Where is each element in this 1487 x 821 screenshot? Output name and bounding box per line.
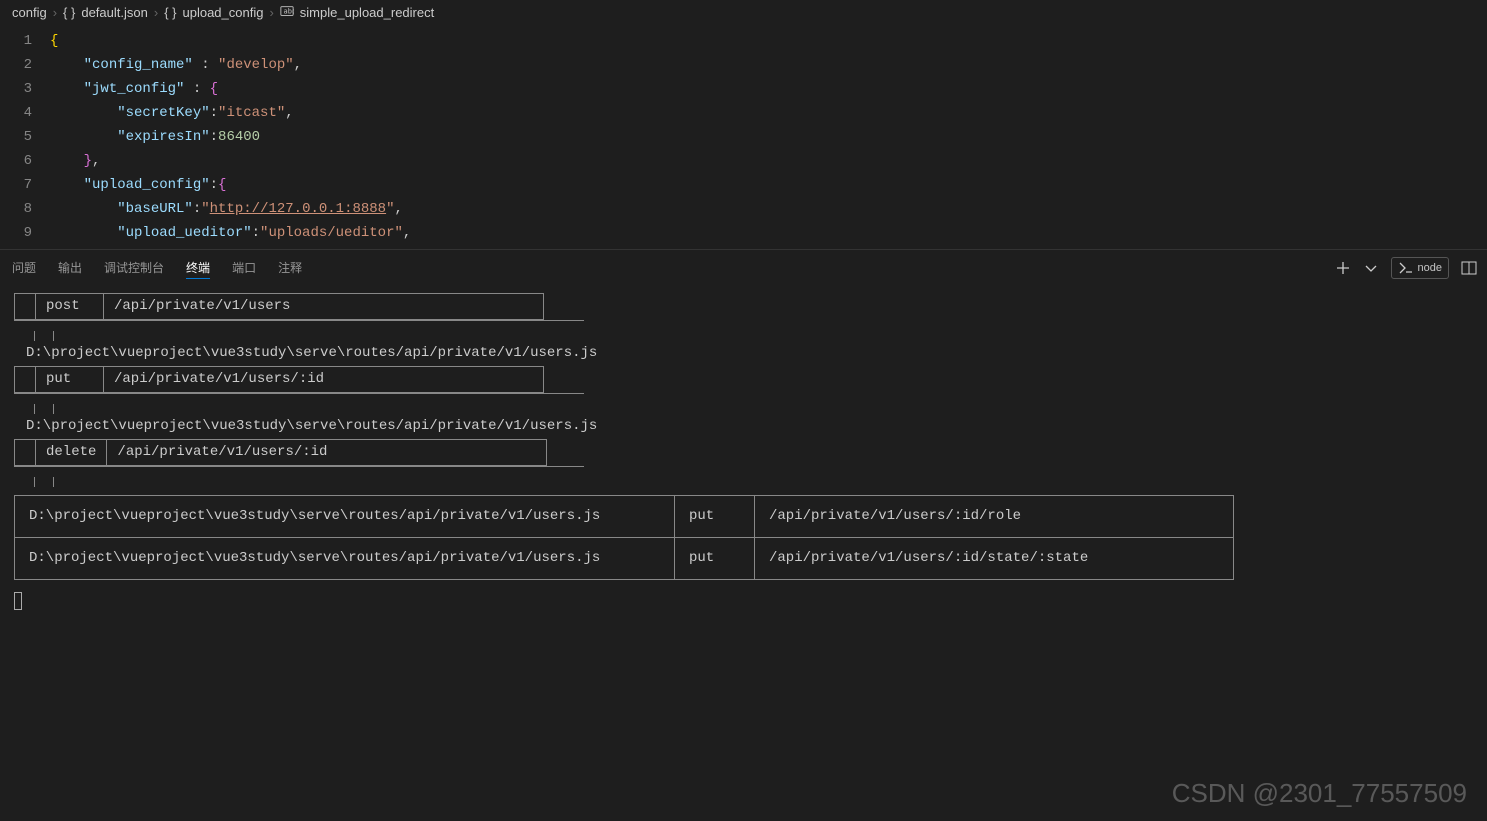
braces-icon: { } (164, 5, 176, 20)
terminal-cursor (14, 592, 22, 610)
terminal-shell-label[interactable]: node (1391, 257, 1449, 279)
code-editor[interactable]: 1{ 2 "config_name" : "develop", 3 "jwt_c… (0, 25, 1487, 249)
terminal-route-row: delete/api/private/v1/users/:id (14, 439, 547, 466)
chevron-right-icon: › (53, 5, 57, 20)
line-number: 5 (0, 125, 50, 149)
tab-terminal[interactable]: 终端 (186, 257, 210, 279)
line-number: 9 (0, 221, 50, 245)
terminal-dropdown-icon[interactable] (1363, 260, 1379, 276)
tab-ports[interactable]: 端口 (232, 257, 256, 278)
chevron-right-icon: › (269, 5, 273, 20)
table-row: D:\project\vueproject\vue3study\serve\ro… (15, 496, 1234, 538)
terminal-route-table: D:\project\vueproject\vue3study\serve\ro… (14, 495, 1234, 580)
tab-output[interactable]: 输出 (58, 257, 82, 278)
new-terminal-button[interactable] (1335, 260, 1351, 276)
braces-icon: { } (63, 5, 75, 20)
line-number: 1 (0, 29, 50, 53)
line-number: 3 (0, 77, 50, 101)
panel-tabs: 问题 输出 调试控制台 终端 端口 注释 node (0, 250, 1487, 285)
breadcrumb: config › { } default.json › { } upload_c… (0, 0, 1487, 25)
line-number: 6 (0, 149, 50, 173)
line-number: 2 (0, 53, 50, 77)
split-panel-icon[interactable] (1461, 260, 1477, 276)
terminal-route-row: post/api/private/v1/users (14, 293, 544, 320)
svg-text:abc: abc (283, 8, 294, 16)
terminal-route-row: put/api/private/v1/users/:id (14, 366, 544, 393)
terminal-output[interactable]: post/api/private/v1/users D:\project\vue… (0, 285, 1487, 626)
bottom-panel: 问题 输出 调试控制台 终端 端口 注释 node post/api/priva… (0, 249, 1487, 626)
tab-debug[interactable]: 调试控制台 (104, 257, 164, 278)
terminal-route-row: D:\project\vueproject\vue3study\serve\ro… (14, 414, 597, 439)
symbol-icon: abc (280, 4, 294, 21)
chevron-right-icon: › (154, 5, 158, 20)
tab-problems[interactable]: 问题 (12, 257, 36, 278)
breadcrumb-path2[interactable]: simple_upload_redirect (300, 5, 434, 20)
breadcrumb-file[interactable]: default.json (81, 5, 148, 20)
line-number: 4 (0, 101, 50, 125)
line-number: 8 (0, 197, 50, 221)
breadcrumb-path1[interactable]: upload_config (182, 5, 263, 20)
table-row: D:\project\vueproject\vue3study\serve\ro… (15, 538, 1234, 580)
watermark: CSDN @2301_77557509 (1172, 778, 1467, 809)
tab-comments[interactable]: 注释 (278, 257, 302, 278)
terminal-route-row: D:\project\vueproject\vue3study\serve\ro… (14, 341, 597, 366)
breadcrumb-root[interactable]: config (12, 5, 47, 20)
line-number: 7 (0, 173, 50, 197)
